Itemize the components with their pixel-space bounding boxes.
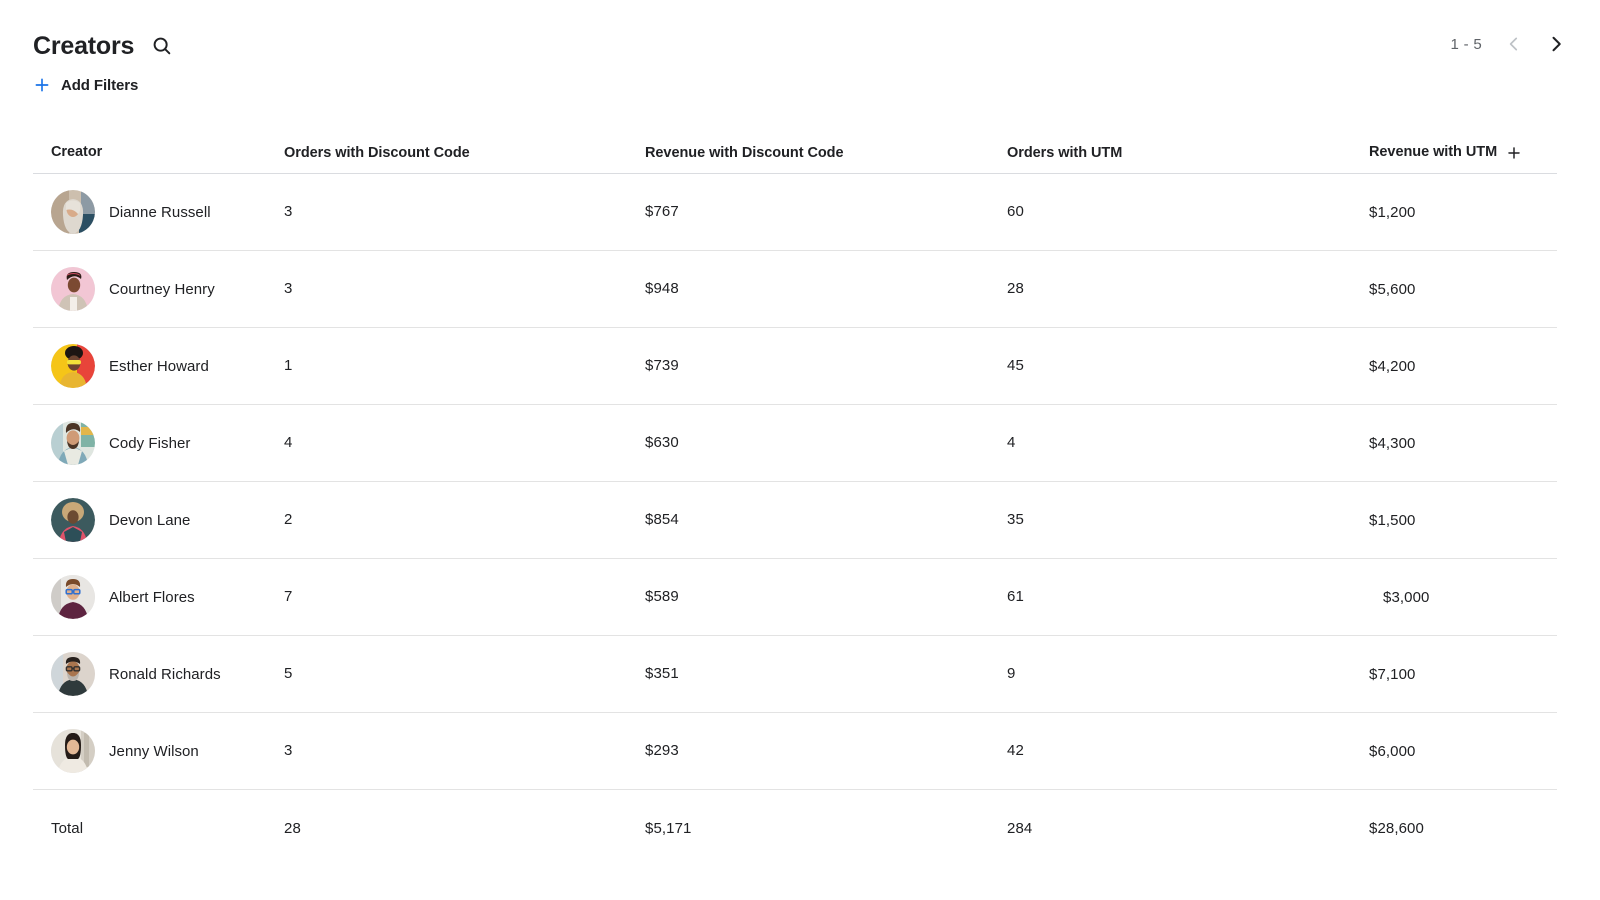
avatar [51,498,95,542]
total-orders-discount: 28 [284,819,301,837]
creator-cell[interactable]: Dianne Russell [51,190,211,234]
add-filters-button[interactable]: Add Filters [33,76,138,94]
table-row[interactable]: Esther Howard 1 $739 45 $4,200 [33,328,1557,405]
orders-utm-value: 60 [1007,203,1024,220]
creator-cell[interactable]: Esther Howard [51,344,209,388]
title-row: Creators [33,30,175,62]
creator-name: Ronald Richards [109,665,221,683]
creator-name: Albert Flores [109,588,195,606]
page-title: Creators [33,32,135,60]
revenue-discount-value: $589 [645,588,679,605]
table-row[interactable]: Cody Fisher 4 $630 4 $4,300 [33,405,1557,482]
revenue-discount-value: $293 [645,742,679,759]
column-header-orders-utm[interactable]: Orders with UTM [1007,145,1122,161]
total-orders-utm: 284 [1007,819,1033,837]
total-revenue-discount: $5,171 [645,819,692,837]
orders-discount-value: 7 [284,588,293,605]
revenue-discount-value: $767 [645,203,679,220]
revenue-utm-value: $7,100 [1369,665,1416,683]
table-row[interactable]: Jenny Wilson 3 $293 42 $6,000 [33,713,1557,790]
orders-discount-value: 3 [284,742,293,759]
column-header-revenue-discount[interactable]: Revenue with Discount Code [645,145,844,161]
total-revenue-utm: $28,600 [1369,820,1424,837]
orders-utm-value: 9 [1007,665,1016,682]
page-header: Creators Add Filters 1 - 5 [0,0,1600,112]
table-row[interactable]: Ronald Richards 5 $351 9 $7,100 [33,636,1557,713]
search-icon[interactable] [149,33,175,59]
column-header-orders-discount[interactable]: Orders with Discount Code [284,145,470,161]
orders-discount-value: 3 [284,280,293,297]
revenue-utm-value: $1,200 [1369,203,1416,221]
creator-name: Cody Fisher [109,434,191,452]
avatar [51,729,95,773]
revenue-utm-value: $1,500 [1369,511,1416,529]
revenue-utm-value: $4,300 [1369,434,1416,452]
creator-cell[interactable]: Albert Flores [51,575,195,619]
revenue-discount-value: $739 [645,357,679,374]
revenue-discount-value: $948 [645,280,679,297]
column-header-creator[interactable]: Creator [51,144,102,160]
avatar [51,652,95,696]
orders-discount-value: 1 [284,357,293,374]
table-row[interactable]: Courtney Henry 3 $948 28 $5,600 [33,251,1557,328]
plus-icon [33,76,51,94]
creator-cell[interactable]: Courtney Henry [51,267,215,311]
creator-name: Courtney Henry [109,280,215,298]
add-column-plus-icon[interactable] [1506,145,1522,161]
chevron-left-icon[interactable] [1504,34,1524,54]
revenue-utm-value: $4,200 [1369,357,1416,375]
revenue-utm-value: $3,000 [1383,588,1430,606]
orders-discount-value: 5 [284,665,293,682]
total-label: Total [51,820,84,837]
avatar [51,575,95,619]
column-header-revenue-utm[interactable]: Revenue with UTM [1369,144,1497,160]
orders-discount-value: 4 [284,434,293,451]
revenue-utm-value: $5,600 [1369,280,1416,298]
chevron-right-icon[interactable] [1546,34,1566,54]
creators-page: Creators Add Filters 1 - 5 Creator Order… [0,0,1600,900]
orders-utm-value: 35 [1007,511,1024,528]
revenue-discount-value: $630 [645,434,679,451]
orders-utm-value: 61 [1007,588,1024,605]
creator-name: Jenny Wilson [109,742,199,760]
creator-name: Dianne Russell [109,203,211,221]
creator-cell[interactable]: Jenny Wilson [51,729,199,773]
orders-discount-value: 3 [284,203,293,220]
pagination: 1 - 5 [1450,34,1566,54]
avatar [51,190,95,234]
creator-cell[interactable]: Devon Lane [51,498,190,542]
add-filters-label: Add Filters [61,76,139,94]
creator-cell[interactable]: Cody Fisher [51,421,190,465]
avatar [51,344,95,388]
table-row[interactable]: Albert Flores 7 $589 61 $3,000 [33,559,1557,636]
revenue-utm-value: $6,000 [1369,742,1416,760]
table-row[interactable]: Dianne Russell 3 $767 60 $1,200 [33,174,1557,251]
creator-name: Esther Howard [109,357,209,375]
table-header-row: Creator Orders with Discount Code Revenu… [33,128,1557,174]
creator-name: Devon Lane [109,511,191,529]
avatar [51,421,95,465]
table-total-row: Total 28 $5,171 284 $28,600 [33,790,1557,867]
orders-utm-value: 28 [1007,280,1024,297]
creator-cell[interactable]: Ronald Richards [51,652,221,696]
table-row[interactable]: Devon Lane 2 $854 35 $1,500 [33,482,1557,559]
creators-table: Creator Orders with Discount Code Revenu… [33,128,1557,867]
orders-discount-value: 2 [284,511,293,528]
orders-utm-value: 42 [1007,742,1024,759]
page-range-label: 1 - 5 [1450,35,1482,53]
revenue-discount-value: $351 [645,665,679,682]
avatar [51,267,95,311]
revenue-discount-value: $854 [645,511,679,528]
orders-utm-value: 4 [1007,434,1016,451]
orders-utm-value: 45 [1007,357,1024,374]
